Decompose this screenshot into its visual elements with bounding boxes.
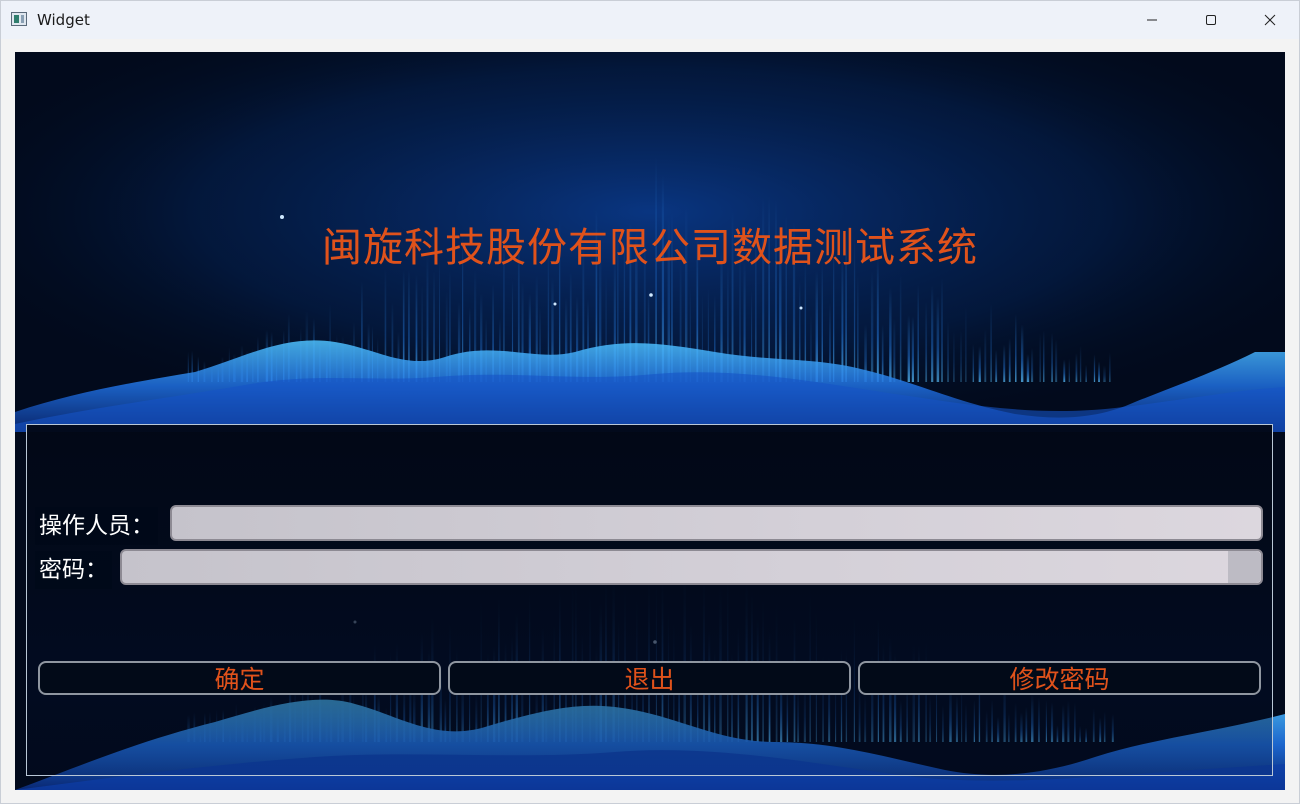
confirm-button[interactable]: 确定: [38, 661, 441, 695]
app-icon: [11, 12, 27, 26]
minimize-icon: [1147, 19, 1157, 21]
password-label: 密码：: [35, 551, 112, 589]
title-bar: Widget: [1, 1, 1299, 39]
exit-button[interactable]: 退出: [448, 661, 851, 695]
change-password-button[interactable]: 修改密码: [858, 661, 1261, 695]
password-input[interactable]: [120, 549, 1263, 585]
login-panel: 操作人员： 密码： 确定 退出 修改密码: [26, 424, 1273, 776]
maximize-button[interactable]: [1182, 1, 1240, 39]
operator-input[interactable]: [170, 505, 1263, 541]
password-field-end-cap: [1228, 551, 1261, 583]
maximize-icon: [1206, 15, 1216, 25]
app-window: Widget 闽旋科技股份有限公司数据测试系统 操作人员： 密码： 确定 退出 …: [0, 0, 1300, 804]
main-content: 闽旋科技股份有限公司数据测试系统 操作人员： 密码： 确定 退出 修改密码: [15, 52, 1285, 790]
operator-label: 操作人员：: [35, 507, 158, 545]
system-title: 闽旋科技股份有限公司数据测试系统: [322, 225, 978, 271]
close-icon: [1264, 14, 1276, 26]
close-button[interactable]: [1241, 1, 1299, 39]
window-title: Widget: [37, 11, 90, 29]
minimize-button[interactable]: [1123, 1, 1181, 39]
